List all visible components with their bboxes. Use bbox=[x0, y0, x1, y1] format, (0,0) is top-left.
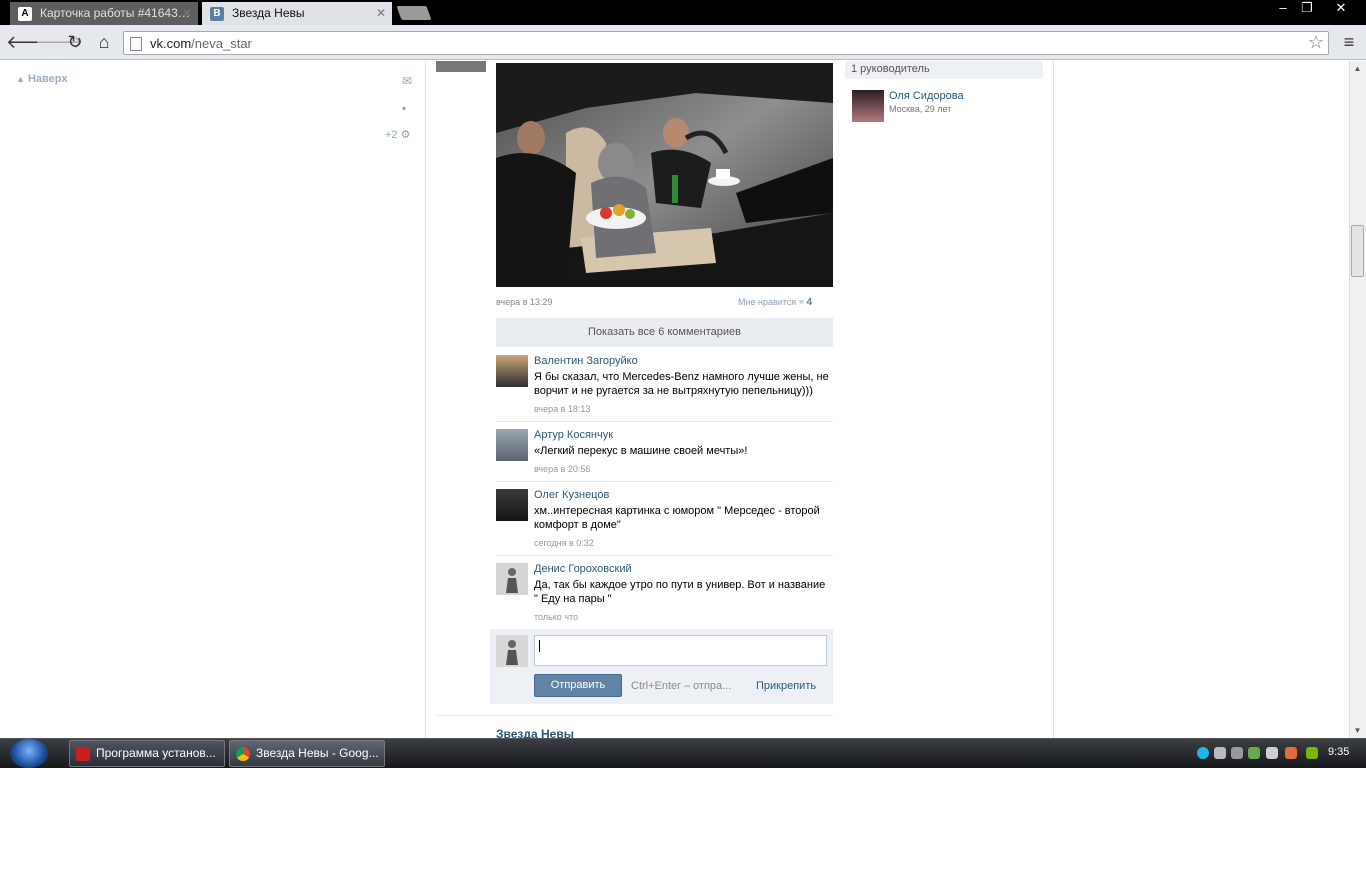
heart-icon: ♥ bbox=[798, 297, 805, 307]
minimize-icon[interactable]: ‒ bbox=[1270, 0, 1296, 18]
avatar[interactable] bbox=[496, 429, 528, 461]
menu-icon[interactable]: ≡ bbox=[1338, 32, 1360, 54]
comment-time[interactable]: сегодня в 0:32 bbox=[534, 538, 594, 548]
url-text[interactable]: vk.com/neva_star bbox=[150, 36, 252, 51]
new-tab-button[interactable] bbox=[396, 6, 432, 20]
media-player-icon[interactable] bbox=[1197, 747, 1209, 759]
like-button[interactable]: Мне нравится ♥ 4 bbox=[738, 297, 812, 308]
reload-icon[interactable]: ↻ bbox=[64, 32, 86, 54]
content-border-left bbox=[425, 61, 426, 738]
page-icon bbox=[130, 37, 142, 51]
tab-work-card[interactable]: А Карточка работы #41643… ✕ bbox=[10, 2, 198, 25]
usb-icon[interactable] bbox=[1266, 747, 1278, 759]
send-button[interactable]: Отправить bbox=[534, 674, 622, 697]
settings-counter[interactable]: +2 ⚙ bbox=[385, 128, 410, 141]
content-border-right bbox=[1053, 61, 1054, 738]
leader-name[interactable]: Оля Сидорова bbox=[889, 90, 964, 102]
clock[interactable]: 9:35 bbox=[1328, 746, 1349, 758]
taskbar-item-chrome[interactable]: Звезда Невы - Goog... bbox=[229, 740, 385, 767]
previous-element-edge bbox=[436, 61, 486, 72]
attach-link[interactable]: Прикрепить bbox=[756, 680, 816, 692]
flash-installer-icon bbox=[76, 747, 90, 761]
avatar[interactable] bbox=[496, 563, 528, 595]
address-bar[interactable]: vk.com/neva_star ☆ bbox=[123, 31, 1329, 55]
back-to-top-link[interactable]: ▲ Наверх bbox=[16, 73, 67, 85]
avatar[interactable] bbox=[496, 355, 528, 387]
car-interior-photo bbox=[496, 63, 833, 287]
bookmark-star-icon[interactable]: ☆ bbox=[1308, 32, 1324, 53]
tab-label: Звезда Невы bbox=[232, 6, 305, 20]
tab-favicon: В bbox=[210, 7, 224, 21]
comment-item: Валентин Загоруйко Я бы сказал, что Merc… bbox=[496, 355, 833, 422]
comment-time[interactable]: только что bbox=[534, 612, 578, 622]
forward-icon[interactable]: 🡒 bbox=[35, 32, 83, 54]
comment-text: Я бы сказал, что Mercedes-Benz намного л… bbox=[534, 371, 829, 397]
comment-author[interactable]: Денис Гороховский bbox=[534, 563, 632, 575]
tab-zvezda-nevy[interactable]: В Звезда Невы ✕ bbox=[202, 2, 392, 25]
scroll-up-icon[interactable]: ▲ bbox=[1349, 64, 1366, 73]
comment-text: «Легкий перекус в машине своей мечты»! bbox=[534, 445, 748, 457]
page-scrollbar[interactable] bbox=[1349, 61, 1366, 738]
text-cursor bbox=[539, 640, 540, 652]
home-icon[interactable]: ⌂ bbox=[93, 32, 115, 54]
arrow-up-icon: ▲ bbox=[16, 74, 25, 84]
default-avatar-icon bbox=[506, 640, 518, 665]
post-time[interactable]: вчера в 13:29 bbox=[496, 297, 552, 307]
comment-author[interactable]: Артур Косянчук bbox=[534, 429, 613, 441]
comment-text: хм..интересная картинка с юмором " Мерсе… bbox=[534, 505, 820, 531]
tab-favicon: А bbox=[18, 7, 32, 21]
avatar[interactable] bbox=[496, 489, 528, 521]
gear-icon: ⚙ bbox=[400, 129, 411, 141]
start-button[interactable] bbox=[10, 739, 48, 768]
chrome-icon bbox=[236, 747, 250, 761]
comment-bubble-icon[interactable]: ▪ bbox=[402, 101, 406, 115]
steam-icon[interactable] bbox=[1214, 747, 1226, 759]
leader-info: Москва, 29 лет bbox=[889, 104, 952, 114]
default-avatar-icon bbox=[506, 568, 518, 593]
tool-icon[interactable] bbox=[1231, 747, 1243, 759]
mail-icon[interactable]: ✉ bbox=[402, 74, 412, 88]
post-photo[interactable] bbox=[496, 63, 833, 287]
comment-item: Олег Кузнецов хм..интересная картинка с … bbox=[496, 489, 833, 556]
nvidia-icon[interactable] bbox=[1306, 747, 1318, 759]
tab-label: Карточка работы #41643… bbox=[40, 6, 190, 20]
show-all-comments-button[interactable]: Показать все 6 комментариев bbox=[496, 318, 833, 347]
avatar bbox=[496, 635, 528, 667]
leaders-header[interactable]: 1 руководитель bbox=[845, 61, 1043, 79]
send-hint[interactable]: Ctrl+Enter – отпра... bbox=[631, 680, 731, 692]
post-separator bbox=[436, 715, 833, 716]
restore-icon[interactable]: ❐ bbox=[1294, 0, 1320, 18]
avatar[interactable] bbox=[852, 90, 884, 122]
scroll-down-icon[interactable]: ▼ bbox=[1349, 726, 1366, 735]
close-icon[interactable]: ✕ bbox=[376, 2, 386, 25]
taskbar-item-installer[interactable]: Программа установ... bbox=[69, 740, 225, 767]
comment-author[interactable]: Валентин Загоруйко bbox=[534, 355, 638, 367]
close-icon[interactable]: ✕ bbox=[182, 2, 192, 25]
volume-icon[interactable] bbox=[1285, 747, 1297, 759]
comment-author[interactable]: Олег Кузнецов bbox=[534, 489, 609, 501]
comment-time[interactable]: вчера в 18:13 bbox=[534, 404, 590, 414]
comment-text: Да, так бы каждое утро по пути в универ.… bbox=[534, 579, 826, 605]
comment-time[interactable]: вчера в 20:56 bbox=[534, 464, 590, 474]
comment-item: Артур Косянчук «Легкий перекус в машине … bbox=[496, 429, 833, 482]
comment-input[interactable] bbox=[534, 635, 827, 666]
close-window-icon[interactable]: ✕ bbox=[1328, 0, 1354, 18]
back-icon[interactable]: 🡐 bbox=[6, 32, 54, 54]
scrollbar-thumb[interactable] bbox=[1351, 225, 1364, 277]
network-icon[interactable] bbox=[1248, 747, 1260, 759]
comment-item: Денис Гороховский Да, так бы каждое утро… bbox=[496, 563, 833, 627]
